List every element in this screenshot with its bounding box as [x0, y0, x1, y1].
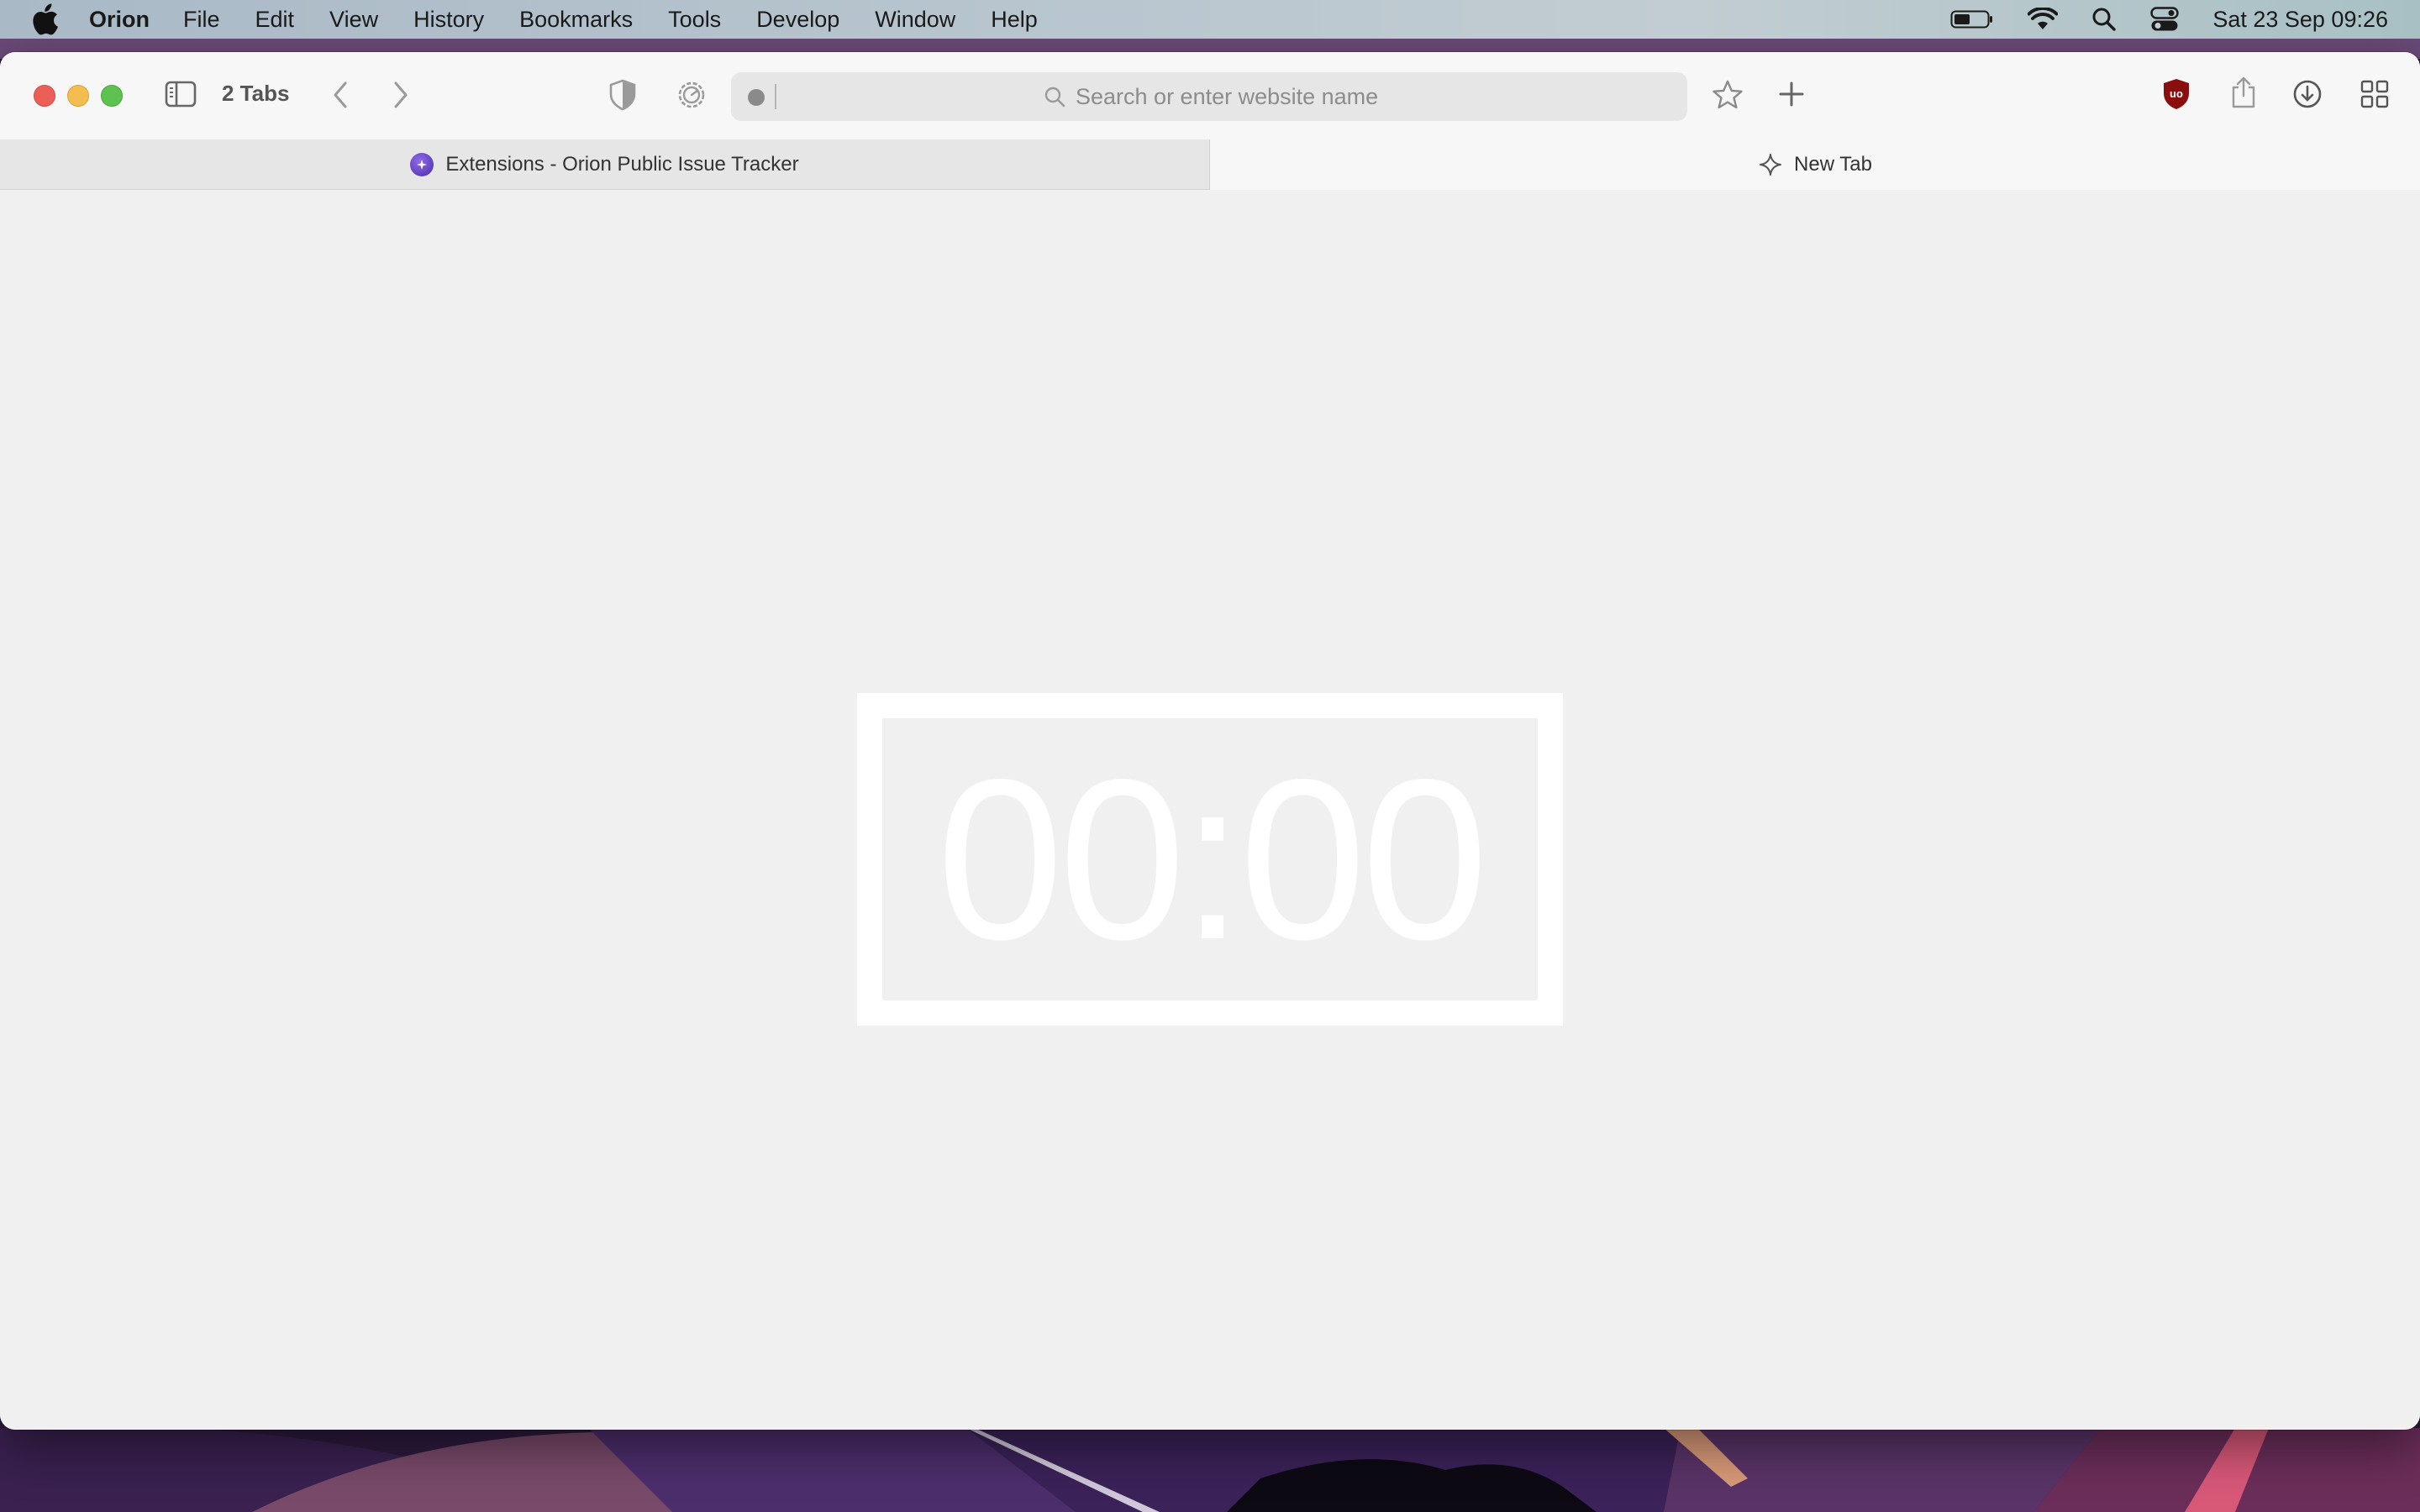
- menu-history[interactable]: History: [413, 7, 484, 33]
- menu-edit[interactable]: Edit: [255, 7, 295, 33]
- orion-tracker-favicon: [410, 152, 434, 176]
- control-center-icon[interactable]: [2150, 7, 2180, 32]
- battery-icon[interactable]: [1950, 8, 1994, 30]
- sparkle-icon: [1760, 154, 1782, 176]
- menu-help[interactable]: Help: [991, 7, 1038, 33]
- window-close-button[interactable]: [34, 85, 55, 107]
- tab-overview-grid-icon[interactable]: [2360, 79, 2390, 109]
- address-search-area: Search or enter website name: [1044, 72, 1378, 121]
- downloads-icon[interactable]: [2292, 79, 2323, 109]
- shield-icon[interactable]: [608, 79, 637, 111]
- tab-strip: Extensions - Orion Public Issue Tracker …: [0, 139, 2420, 191]
- menubar-status-area: Sat 23 Sep 09:26: [1917, 0, 2388, 39]
- ublock-origin-icon[interactable]: uo: [2161, 77, 2191, 111]
- address-caret: [775, 84, 776, 109]
- browser-window: 2 Tabs Search or enter website name uo E…: [0, 52, 2420, 1430]
- page-content: 00:00: [0, 190, 2420, 1430]
- tab-count-label[interactable]: 2 Tabs: [222, 81, 289, 107]
- sidebar-toggle-icon[interactable]: [165, 81, 197, 108]
- timer-widget: 00:00: [857, 693, 1563, 1026]
- search-icon: [1044, 87, 1065, 108]
- address-bar[interactable]: Search or enter website name: [731, 72, 1687, 121]
- timer-display: 00:00: [936, 732, 1489, 987]
- menu-window[interactable]: Window: [875, 7, 955, 33]
- menu-develop[interactable]: Develop: [756, 7, 839, 33]
- menubar-clock[interactable]: Sat 23 Sep 09:26: [2212, 7, 2388, 33]
- menu-view[interactable]: View: [329, 7, 378, 33]
- browser-toolbar: 2 Tabs Search or enter website name uo: [0, 52, 2420, 139]
- wifi-icon[interactable]: [2028, 8, 2059, 31]
- menu-bookmarks[interactable]: Bookmarks: [519, 7, 633, 33]
- spotlight-search-icon[interactable]: [2091, 7, 2117, 32]
- window-zoom-button[interactable]: [101, 85, 123, 107]
- bookmark-star-icon[interactable]: [1711, 79, 1744, 111]
- tab-extensions-orion-tracker[interactable]: Extensions - Orion Public Issue Tracker: [0, 139, 1210, 190]
- settings-gear-icon[interactable]: [676, 79, 708, 111]
- macos-menu-bar: Orion File Edit View History Bookmarks T…: [0, 0, 2420, 39]
- apple-logo-icon[interactable]: [30, 3, 59, 36]
- window-minimize-button[interactable]: [67, 85, 89, 107]
- tab-title: New Tab: [1794, 153, 1872, 176]
- tab-new-tab[interactable]: New Tab: [1211, 139, 2420, 190]
- forward-arrow-icon[interactable]: [392, 81, 410, 109]
- svg-text:uo: uo: [2170, 87, 2183, 100]
- menu-orion[interactable]: Orion: [89, 7, 150, 33]
- page-status-dot-icon: [748, 89, 765, 106]
- menu-file[interactable]: File: [183, 7, 220, 33]
- tab-title: Extensions - Orion Public Issue Tracker: [445, 152, 799, 176]
- back-arrow-icon[interactable]: [331, 81, 350, 109]
- share-icon[interactable]: [2230, 76, 2257, 109]
- new-tab-plus-icon[interactable]: [1776, 79, 1807, 109]
- menu-tools[interactable]: Tools: [668, 7, 721, 33]
- address-placeholder: Search or enter website name: [1076, 83, 1379, 109]
